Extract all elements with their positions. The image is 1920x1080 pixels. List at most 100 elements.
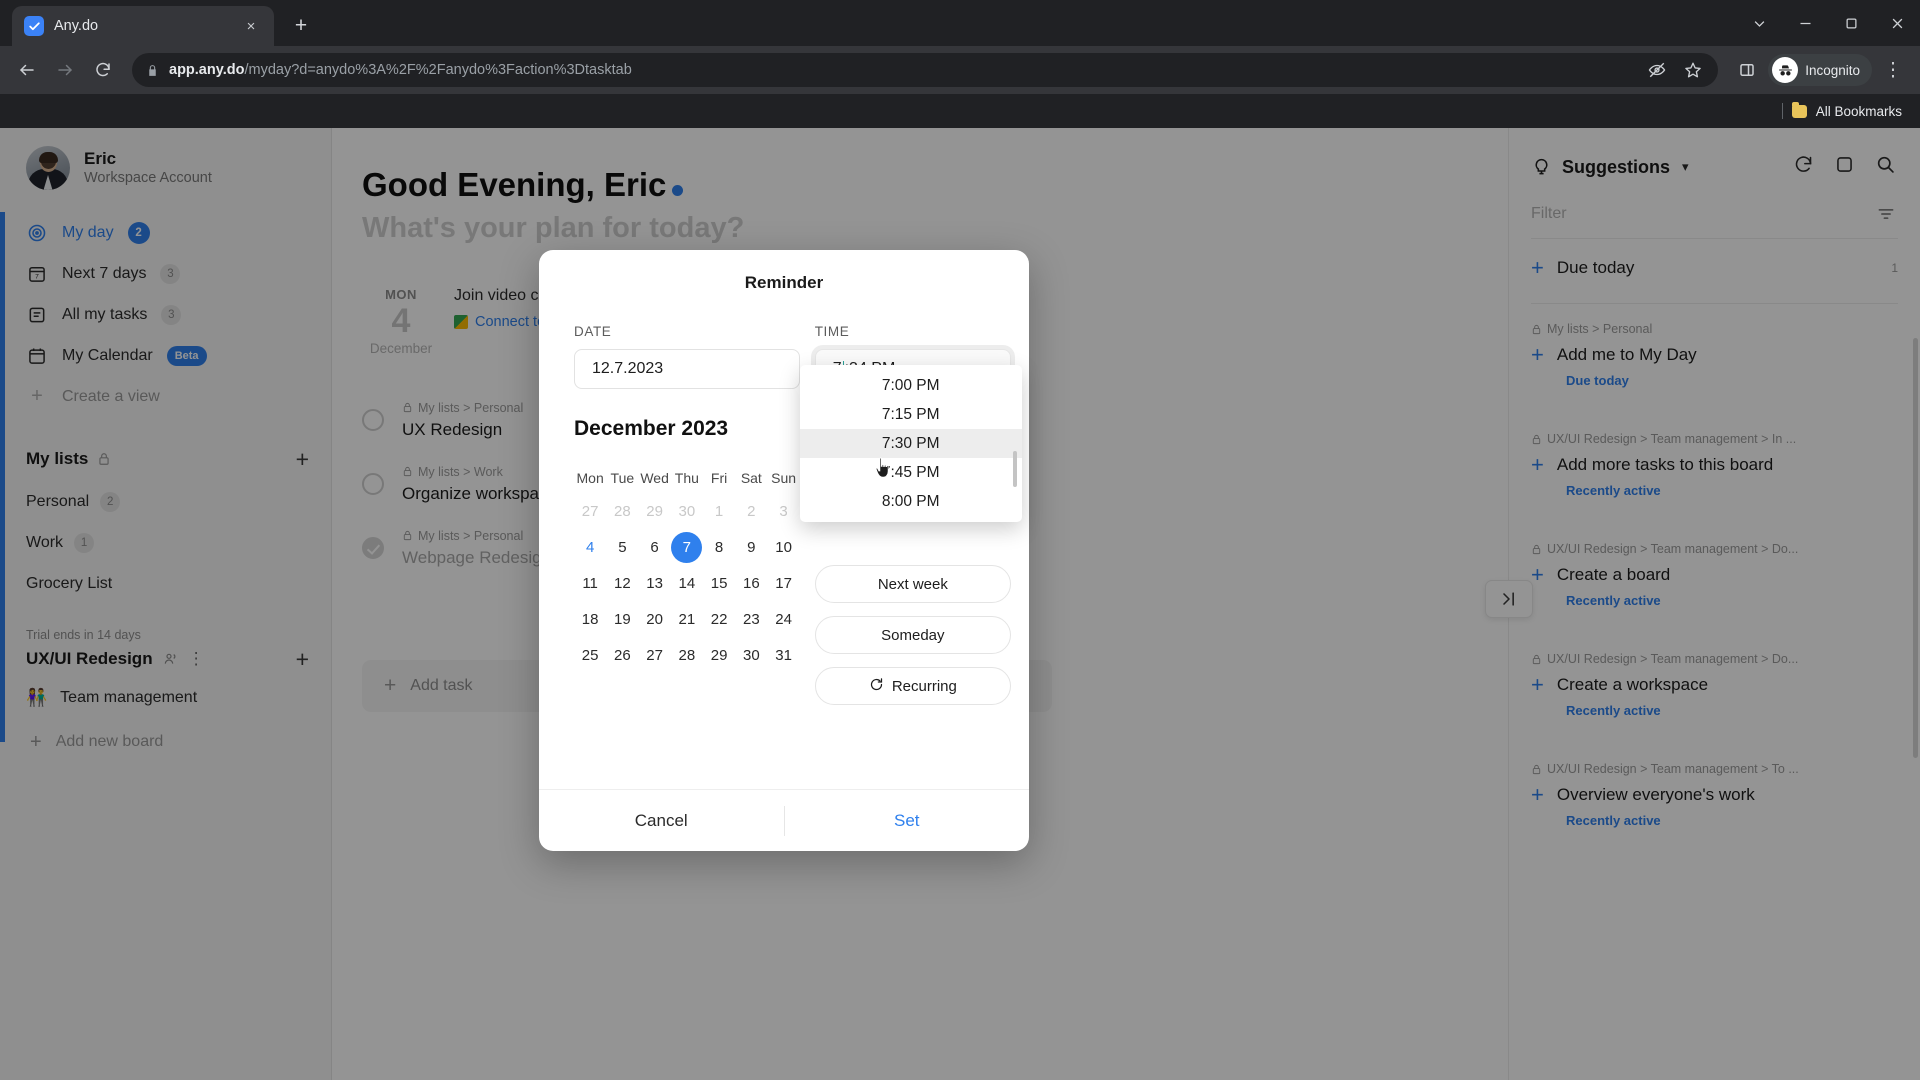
incognito-indicator[interactable]: Incognito [1768, 54, 1872, 86]
recurring-label: Recurring [891, 677, 957, 695]
bookmarks-bar: All Bookmarks [0, 94, 1920, 128]
calendar-day[interactable]: 16 [735, 565, 767, 601]
divider [1781, 103, 1783, 119]
calendar-day[interactable]: 27 [574, 493, 606, 529]
someday-button[interactable]: Someday [814, 616, 1011, 654]
calendar-day[interactable]: 27 [638, 637, 670, 673]
calendar-day[interactable]: 28 [606, 493, 638, 529]
bookmark-star-icon[interactable] [1676, 53, 1710, 87]
incognito-icon [1772, 57, 1799, 83]
calendar-day[interactable]: 15 [703, 565, 735, 601]
all-bookmarks-label[interactable]: All Bookmarks [1816, 104, 1902, 119]
calendar-day[interactable]: 20 [638, 601, 670, 637]
calendar-day[interactable]: 10 [767, 529, 799, 565]
new-tab-button[interactable]: + [284, 9, 318, 43]
url-path: /myday?d=anydo%3A%2F%2Fanydo%3Faction%3D… [244, 62, 632, 78]
next-week-button[interactable]: Next week [814, 565, 1011, 603]
calendar-day[interactable]: 12 [606, 565, 638, 601]
mouse-cursor [875, 457, 889, 478]
time-option[interactable]: 7:15 PM [800, 400, 1022, 429]
calendar-dow: Fri [710, 470, 728, 486]
calendar-dow: Thu [674, 470, 699, 486]
chrome-menu-icon[interactable]: ⋮ [1876, 53, 1910, 87]
side-panel-icon[interactable] [1730, 53, 1764, 87]
minimize-icon[interactable] [1782, 0, 1828, 46]
calendar-day[interactable]: 9 [735, 529, 767, 565]
calendar-day[interactable]: 17 [767, 565, 799, 601]
calendar-dow: Mon [576, 470, 604, 486]
recurring-button[interactable]: Recurring [814, 667, 1011, 705]
lock-icon [146, 64, 159, 77]
web-page: Eric Workspace Account My day 2 7 Next 7 [0, 128, 1920, 1080]
calendar-day[interactable]: 29 [638, 493, 670, 529]
calendar-dow: Tue [610, 470, 635, 486]
dialog-footer: Cancel Set [539, 789, 1029, 851]
calendar-day[interactable]: 13 [638, 565, 670, 601]
calendar-day[interactable]: 29 [703, 637, 735, 673]
calendar-day[interactable]: 28 [671, 637, 703, 673]
time-option[interactable]: 7:00 PM [800, 371, 1022, 400]
calendar-day[interactable]: 2 [735, 493, 767, 529]
date-column: DATE 12.7.2023 December 2023 Mon Tue Wed… [557, 315, 800, 789]
tab-title: Any.do [54, 18, 99, 34]
selected-day-label: 7 [671, 531, 703, 563]
time-column: TIME 7:34 PM 7:00 PM 7:15 PM 7:30 PM 7:4… [799, 315, 1022, 789]
calendar-day[interactable]: 18 [574, 601, 606, 637]
calendar-day[interactable]: 5 [606, 529, 638, 565]
calendar-day[interactable]: 25 [574, 637, 606, 673]
omnibox-actions [1640, 53, 1710, 87]
reload-icon[interactable] [86, 53, 120, 87]
calendar-dow: Sun [771, 470, 797, 486]
calendar-day[interactable]: 8 [703, 529, 735, 565]
calendar-day[interactable]: 21 [671, 601, 703, 637]
calendar-day[interactable]: 11 [574, 565, 606, 601]
calendar-day[interactable]: 1 [703, 493, 735, 529]
date-input[interactable]: 12.7.2023 [574, 349, 800, 389]
calendar-dow: Wed [640, 470, 669, 486]
window-controls [1736, 0, 1920, 46]
calendar-day[interactable]: 26 [606, 637, 638, 673]
calendar-day[interactable]: 4 [574, 529, 606, 565]
url-text: app.any.do/myday?d=anydo%3A%2F%2Fanydo%3… [169, 62, 1630, 78]
someday-label: Someday [881, 626, 945, 644]
date-value: 12.7.2023 [592, 360, 664, 377]
time-label: TIME [814, 324, 850, 339]
calendar-day[interactable]: 31 [767, 637, 799, 673]
url-domain: app.any.do [169, 62, 245, 78]
chevron-down-icon[interactable] [1736, 0, 1782, 46]
set-button[interactable]: Set [785, 811, 1030, 831]
check-square-icon [24, 16, 44, 36]
date-label: DATE [574, 324, 612, 339]
cancel-button[interactable]: Cancel [539, 811, 784, 831]
calendar-month-title: December 2023 [574, 417, 729, 440]
calendar-day[interactable]: 19 [606, 601, 638, 637]
folder-icon [1791, 101, 1807, 118]
calendar-day[interactable]: 3 [767, 493, 799, 529]
forward-icon[interactable] [48, 53, 82, 87]
time-option-highlighted[interactable]: 7:30 PM [799, 429, 1022, 458]
browser-window: Any.do × + app.any.do/myday?d=anydo%3A%2… [0, 0, 1920, 1080]
time-option[interactable]: 8:00 PM [800, 487, 1022, 516]
calendar-dow: Sat [740, 470, 762, 486]
calendar-day-selected[interactable]: 7 [671, 529, 703, 565]
calendar-day[interactable]: 30 [735, 637, 767, 673]
calendar-day[interactable]: 23 [735, 601, 767, 637]
close-icon[interactable] [1874, 0, 1920, 46]
back-icon[interactable] [10, 53, 44, 87]
recurring-icon [869, 677, 884, 696]
calendar-day[interactable]: 6 [638, 529, 670, 565]
dropdown-scrollbar[interactable] [1012, 451, 1017, 487]
calendar-day[interactable]: 30 [671, 493, 703, 529]
dialog-title: Reminder [744, 272, 824, 292]
close-icon[interactable]: × [240, 15, 262, 37]
restore-icon[interactable] [1828, 0, 1874, 46]
calendar-grid: Mon Tue Wed Thu Fri Sat Sun 27 28 29 30 … [574, 463, 800, 673]
time-option[interactable]: 7:45 PM [800, 458, 1022, 487]
calendar-day[interactable]: 22 [703, 601, 735, 637]
hide-icon[interactable] [1640, 53, 1674, 87]
calendar-day[interactable]: 24 [767, 601, 799, 637]
browser-tab[interactable]: Any.do × [12, 6, 274, 46]
time-dropdown[interactable]: 7:00 PM 7:15 PM 7:30 PM 7:45 PM 8:00 PM [799, 365, 1022, 522]
address-bar[interactable]: app.any.do/myday?d=anydo%3A%2F%2Fanydo%3… [132, 53, 1719, 87]
calendar-day[interactable]: 14 [671, 565, 703, 601]
